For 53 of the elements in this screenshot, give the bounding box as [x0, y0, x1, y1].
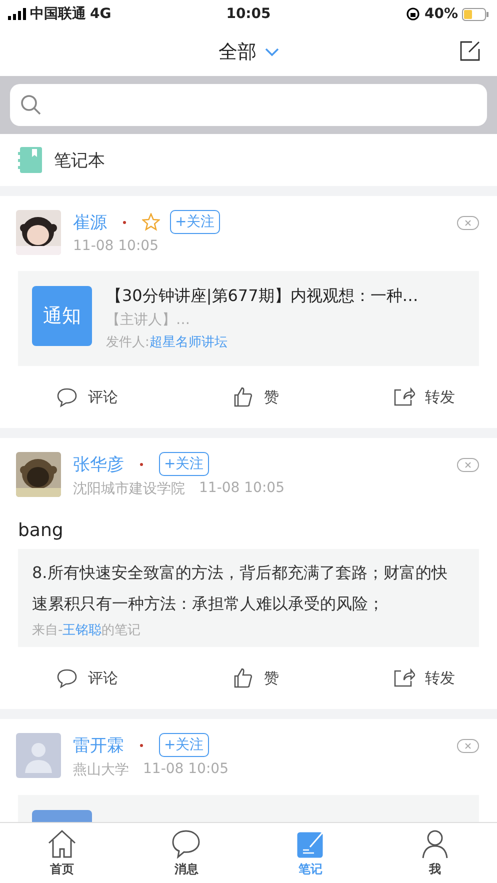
carrier-name: 中国联通	[30, 5, 86, 23]
dot-icon	[140, 744, 143, 746]
filter-dropdown[interactable]: 全部	[212, 38, 284, 66]
comment-button[interactable]: 评论	[50, 385, 124, 409]
comment-icon	[56, 386, 78, 408]
comment-icon	[56, 667, 78, 689]
notice-title: 【30分钟讲座|第677期】内视观想：一种…	[106, 286, 418, 307]
post-text: bang	[17, 519, 64, 543]
post-time: 11-08 10:05	[199, 480, 284, 498]
quoted-note[interactable]: 8.所有快速安全致富的方法，背后都充满了套路；财富的快速累积只有一种方法：承担常人难以承受的风险； 来自-王铭聪的笔记	[18, 549, 479, 647]
person-icon	[420, 828, 450, 858]
tab[interactable]: 消息	[124, 823, 248, 883]
dot-icon	[140, 462, 143, 466]
like-button[interactable]: 赞	[226, 666, 285, 690]
note-source: 来自-王铭聪的笔记	[32, 622, 142, 639]
speech-bubble-icon	[171, 828, 202, 858]
network-type: 4G	[90, 6, 112, 22]
battery-percent: 40%	[424, 6, 458, 22]
notice-card[interactable]: 通知 【30分钟讲座|第677期】内视观想：一种… 【主讲人】… 发件人:超星名师讲坛	[18, 271, 479, 366]
clock: 10:05	[226, 6, 271, 22]
avatar-icon	[16, 733, 61, 778]
like-button[interactable]: 赞	[226, 385, 285, 409]
battery-icon	[462, 8, 489, 20]
close-icon[interactable]	[457, 458, 479, 472]
thumbs-up-icon	[232, 667, 254, 689]
close-icon[interactable]	[457, 216, 479, 230]
share-icon	[393, 386, 415, 408]
institution: 沈阳城市建设学院	[73, 480, 185, 498]
rotation-lock-icon	[406, 7, 420, 21]
comment-button[interactable]: 评论	[50, 666, 124, 690]
compose-icon[interactable]	[459, 40, 481, 62]
institution: 燕山大学	[73, 761, 129, 779]
notebook-icon	[18, 147, 42, 173]
search-icon	[20, 94, 42, 116]
search-field[interactable]	[10, 84, 487, 126]
share-icon	[393, 667, 415, 689]
tab[interactable]: 我	[372, 823, 497, 883]
notice-badge: 通知	[32, 286, 92, 346]
close-icon[interactable]	[457, 739, 479, 753]
notebook-label[interactable]: 笔记本	[54, 148, 105, 172]
dot-icon	[123, 220, 126, 224]
post-time: 11-08 10:05	[73, 238, 158, 254]
chevron-down-icon	[264, 48, 278, 56]
tab[interactable]: 首页	[0, 823, 124, 883]
sender-line: 发件人:超星名师讲坛	[106, 334, 228, 351]
house-icon	[47, 828, 78, 858]
signal-icon	[8, 8, 26, 20]
thumbs-up-icon	[232, 386, 254, 408]
notice-summary: 【主讲人】…	[106, 311, 191, 329]
share-button[interactable]: 转发	[387, 666, 461, 690]
post-time: 11-08 10:05	[143, 761, 228, 779]
quote-text: 8.所有快速安全致富的方法，背后都充满了套路；财富的快速累积只有一种方法：承担常人难以承受的风险；	[32, 562, 448, 615]
share-button[interactable]: 转发	[387, 385, 461, 409]
